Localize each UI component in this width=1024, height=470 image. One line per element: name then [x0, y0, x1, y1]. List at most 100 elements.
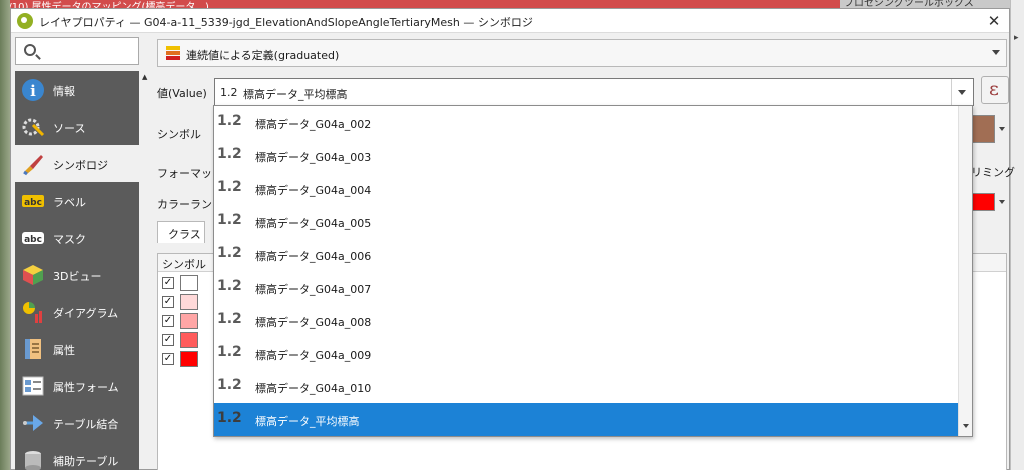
close-button[interactable]: ✕	[983, 10, 1005, 32]
class-color-swatch[interactable]	[180, 275, 198, 291]
option-label: 標高データ_G04a_004	[255, 184, 372, 197]
sidebar-item-joins[interactable]: テーブル結合	[15, 404, 139, 441]
sidebar-item-attributes[interactable]: 属性	[15, 330, 139, 367]
sidebar-item-mask[interactable]: abc マスク	[15, 219, 139, 256]
sidebar: i 情報 ソース シンボロジ abc ラベル abc マスク 3Dビュー ダイア…	[15, 71, 139, 470]
sidebar-item-symbology[interactable]: シンボロジ	[15, 145, 139, 182]
svg-text:i: i	[30, 82, 36, 100]
sidebar-item-information[interactable]: i 情報	[15, 71, 139, 108]
panel-expand-icon[interactable]: ▸	[1014, 33, 1019, 43]
dropdown-scrollbar[interactable]	[958, 106, 972, 436]
tab-label: クラス	[168, 228, 201, 241]
class-color-swatch[interactable]	[180, 332, 198, 348]
sidebar-item-label: シンボロジ	[53, 159, 108, 172]
scroll-up-icon[interactable]: ▲	[142, 73, 147, 81]
sidebar-item-auxiliary-storage[interactable]: 補助テーブル	[15, 441, 139, 470]
diagram-icon	[23, 302, 42, 323]
expression-icon: ε	[989, 78, 999, 100]
value-dropdown-toggle[interactable]	[951, 79, 973, 105]
sidebar-item-label: 補助テーブル	[53, 455, 119, 468]
option-label: 標高データ_G04a_003	[255, 151, 372, 164]
expression-button[interactable]: ε	[981, 76, 1009, 104]
attributes-icon	[25, 339, 41, 359]
chevron-down-icon[interactable]	[999, 127, 1005, 131]
class-color-swatch[interactable]	[180, 313, 198, 329]
attributes-form-icon	[22, 376, 44, 396]
class-checkbox[interactable]: ✓	[162, 334, 174, 346]
processing-toolbox-panel	[1010, 0, 1024, 470]
option-label: 標高データ_G04a_007	[255, 283, 372, 296]
option-label: 標高データ_G04a_005	[255, 217, 372, 230]
field-type-badge: 1.2	[217, 410, 242, 426]
trim-checkbox-label[interactable]: リミング	[971, 164, 1015, 180]
field-type-badge: 1.2	[217, 245, 242, 261]
class-checkbox[interactable]: ✓	[162, 315, 174, 327]
joins-icon	[23, 415, 43, 431]
svg-text:abc: abc	[24, 198, 42, 208]
dialog-title: レイヤプロパティ — G04-a-11_5339-jgd_ElevationAn…	[39, 16, 533, 29]
field-type-badge: 1.2	[217, 377, 242, 393]
sidebar-item-labels[interactable]: abc ラベル	[15, 182, 139, 219]
search-icon	[24, 44, 36, 56]
sidebar-item-label: 情報	[53, 85, 75, 98]
value-field-dropdown-list: 1.2 標高データ_G04a_002 1.2 標高データ_G04a_003 1.2 標…	[213, 105, 973, 437]
sidebar-item-label: 属性フォーム	[53, 381, 119, 394]
list-item[interactable]: 1.2 標高データ_G04a_002	[214, 106, 958, 139]
list-item[interactable]: 1.2 標高データ_G04a_003	[214, 139, 958, 172]
mask-icon: abc	[22, 232, 44, 245]
labels-icon: abc	[22, 195, 44, 208]
sidebar-item-label: 属性	[53, 344, 75, 357]
source-icon	[22, 118, 45, 137]
option-label: 標高データ_G04a_009	[255, 349, 372, 362]
list-item[interactable]: 1.2 標高データ_G04a_004	[214, 172, 958, 205]
class-checkbox[interactable]: ✓	[162, 353, 174, 365]
class-color-swatch[interactable]	[180, 351, 198, 367]
option-label: 標高データ_G04a_006	[255, 250, 372, 263]
search-input[interactable]	[15, 37, 139, 65]
color-ramp-button[interactable]	[971, 193, 995, 211]
sidebar-item-attributes-form[interactable]: 属性フォーム	[15, 367, 139, 404]
sidebar-item-label: ダイアグラム	[53, 307, 119, 320]
option-label: 標高データ_G04a_008	[255, 316, 372, 329]
option-label: 標高データ_平均標高	[255, 415, 360, 428]
renderer-type-select[interactable]: 連続値による定義(graduated)	[157, 39, 1007, 67]
field-type-badge: 1.2	[220, 86, 238, 99]
info-icon: i	[22, 79, 44, 101]
title-bar: レイヤプロパティ — G04-a-11_5339-jgd_ElevationAn…	[11, 9, 1009, 33]
sidebar-item-diagrams[interactable]: ダイアグラム	[15, 293, 139, 330]
option-label: 標高データ_G04a_010	[255, 382, 372, 395]
tab-classes[interactable]: クラス	[157, 221, 205, 243]
field-type-badge: 1.2	[217, 146, 242, 162]
sidebar-item-3d-view[interactable]: 3Dビュー	[15, 256, 139, 293]
svg-text:abc: abc	[24, 235, 42, 245]
value-field-text: 標高データ_平均標高	[243, 88, 348, 101]
symbology-icon	[23, 155, 43, 176]
list-item[interactable]: 1.2 標高データ_G04a_006	[214, 238, 958, 271]
class-color-swatch[interactable]	[180, 294, 198, 310]
value-field-select[interactable]: 1.2 標高データ_平均標高	[214, 78, 974, 106]
list-item[interactable]: 1.2 標高データ_G04a_005	[214, 205, 958, 238]
list-item[interactable]: 1.2 標高データ_G04a_009	[214, 337, 958, 370]
value-label: 値(Value)	[157, 87, 207, 100]
option-label: 標高データ_G04a_002	[255, 118, 372, 131]
list-item-selected[interactable]: 1.2 標高データ_平均標高	[214, 403, 958, 436]
auxiliary-storage-icon	[25, 451, 41, 470]
symbol-color-button[interactable]	[971, 115, 995, 143]
list-item[interactable]: 1.2 標高データ_G04a_007	[214, 271, 958, 304]
list-item[interactable]: 1.2 標高データ_G04a_008	[214, 304, 958, 337]
field-type-badge: 1.2	[217, 344, 242, 360]
sidebar-item-source[interactable]: ソース	[15, 108, 139, 145]
qgis-logo-icon	[17, 13, 33, 29]
class-checkbox[interactable]: ✓	[162, 277, 174, 289]
column-header-symbol: シンボル	[162, 258, 206, 271]
list-item[interactable]: 1.2 標高データ_G04a_010	[214, 370, 958, 403]
chevron-down-icon[interactable]	[999, 200, 1005, 204]
sidebar-item-label: テーブル結合	[53, 418, 119, 431]
class-checkbox[interactable]: ✓	[162, 296, 174, 308]
symbol-label: シンボル	[157, 128, 201, 141]
chevron-down-icon	[958, 90, 966, 95]
field-type-badge: 1.2	[217, 212, 242, 228]
sidebar-item-label: マスク	[53, 233, 86, 246]
scroll-down-icon[interactable]	[963, 424, 969, 428]
field-type-badge: 1.2	[217, 113, 242, 129]
